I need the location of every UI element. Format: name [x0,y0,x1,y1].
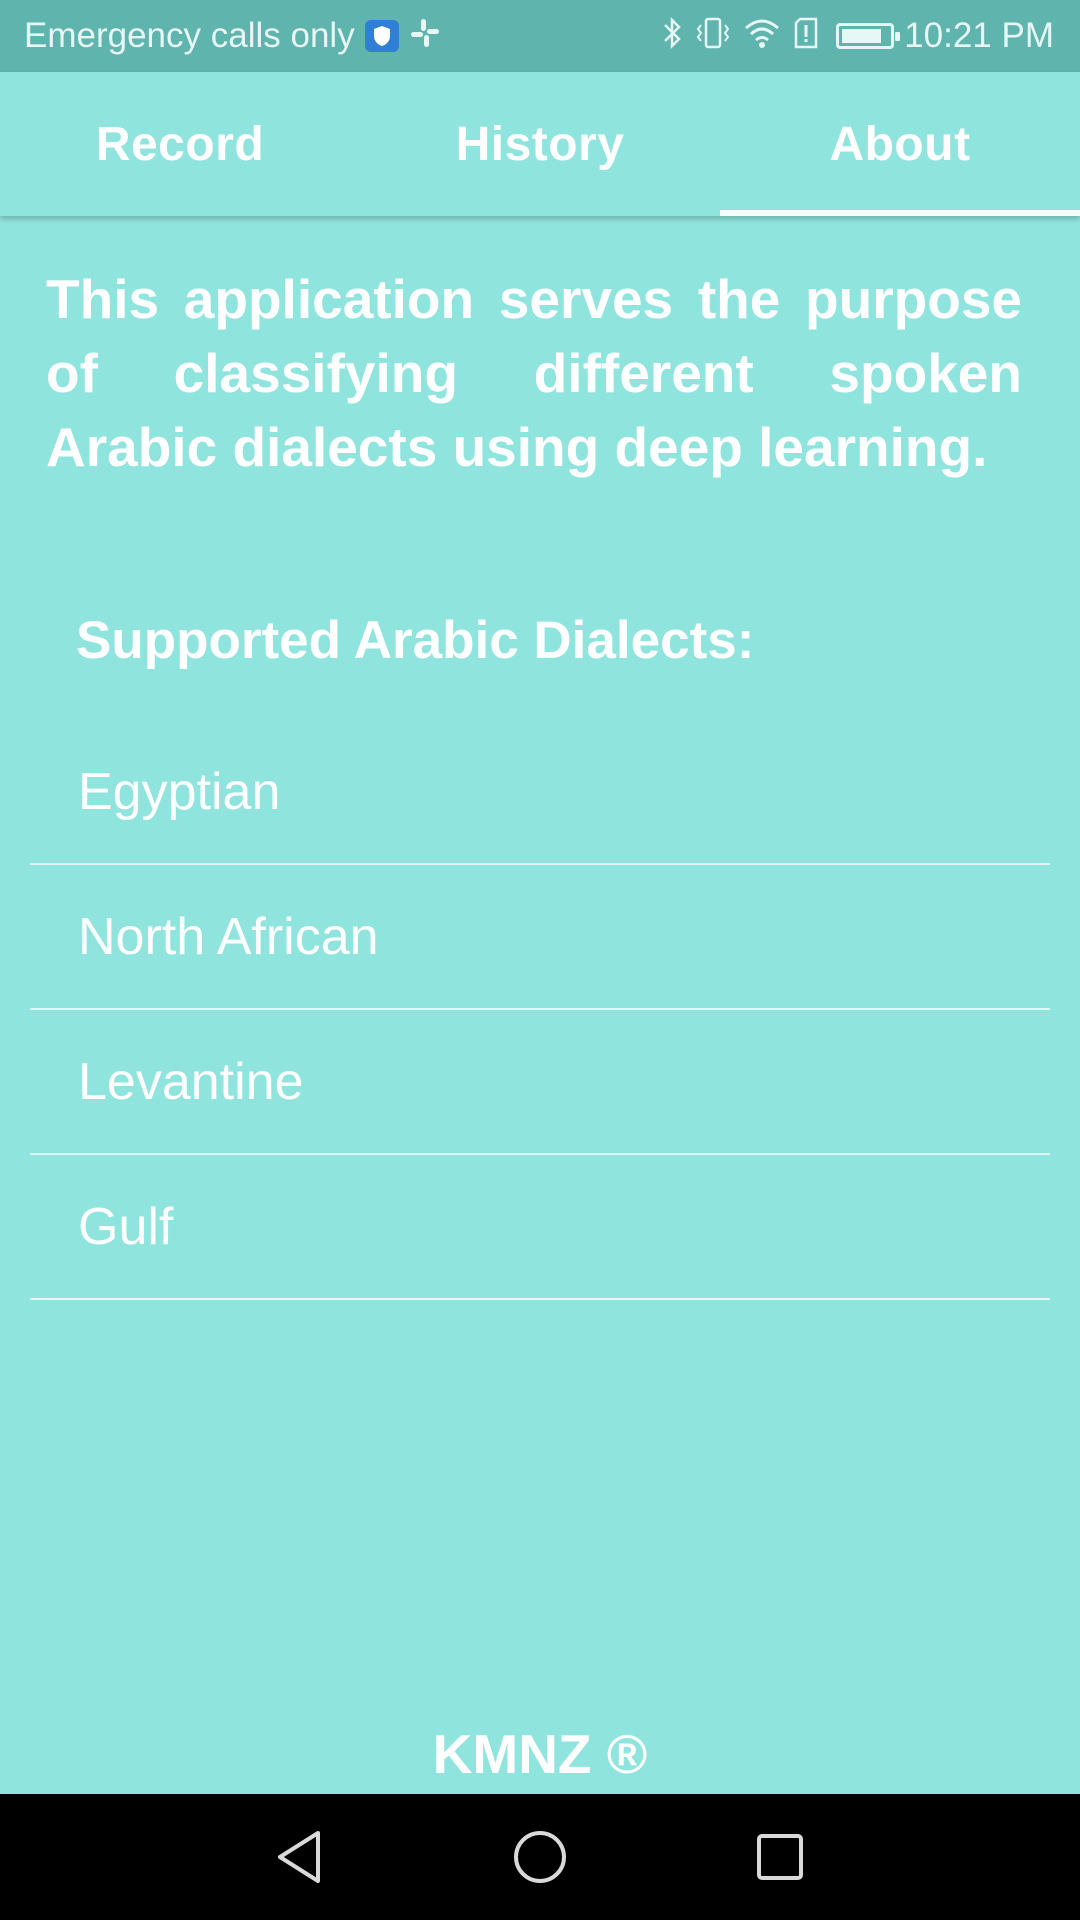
sim-alert-icon [792,16,820,56]
tab-record[interactable]: Record [0,72,360,216]
status-left: Emergency calls only [24,16,441,56]
dialect-item-gulf: Gulf [30,1155,1050,1300]
tab-history[interactable]: History [360,72,720,216]
carrier-text: Emergency calls only [24,16,355,55]
dialect-item-levantine: Levantine [30,1010,1050,1155]
status-bar: Emergency calls only 10:21 PM [0,0,1080,72]
dialect-item-egyptian: Egyptian [30,720,1050,865]
app-description: This application serves the purpose of c… [46,268,1022,478]
footer-brand: KMNZ ® [432,1723,648,1785]
status-time: 10:21 PM [904,16,1054,55]
status-right: 10:21 PM [662,16,1054,56]
navigation-bar [0,1794,1080,1920]
battery-level [842,29,882,43]
tab-about[interactable]: About [720,72,1080,216]
vibrate-icon [694,16,732,56]
bluetooth-icon [662,16,684,56]
dialect-list: Egyptian North African Levantine Gulf [30,720,1050,1300]
dialect-item-north-african: North African [30,865,1050,1010]
recents-icon[interactable] [740,1817,820,1897]
slack-icon [409,17,441,55]
wifi-icon [742,16,782,56]
section-title: Supported Arabic Dialects: [76,611,755,670]
back-icon[interactable] [260,1817,340,1897]
battery-charging-icon [836,23,901,49]
tab-bar: Record History About [0,72,1080,216]
vpn-shield-icon [364,20,399,52]
home-icon[interactable] [500,1817,580,1897]
